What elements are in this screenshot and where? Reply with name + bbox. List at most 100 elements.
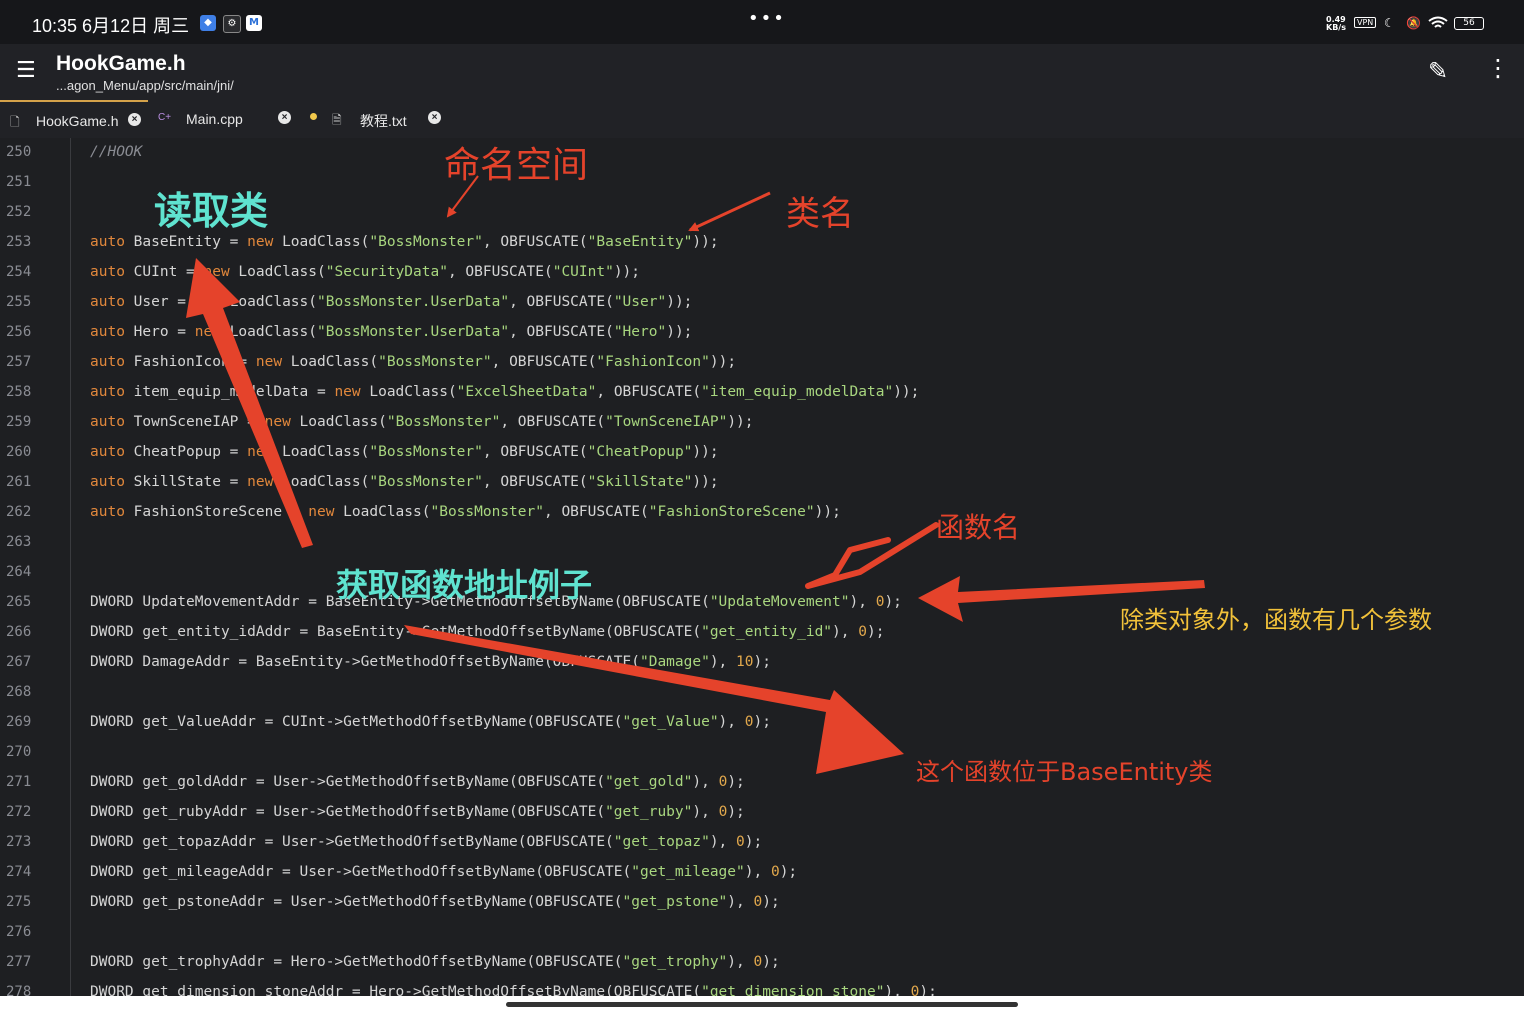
code-token: LoadClass( [220, 294, 317, 310]
code-text: auto SkillState = new LoadClass("BossMon… [90, 474, 719, 490]
code-line[interactable]: 271 DWORD get_goldAddr = User->GetMethodO… [0, 768, 1524, 798]
code-token: ); [866, 624, 885, 640]
code-line[interactable]: 272 DWORD get_rubyAddr = User->GetMethodO… [0, 798, 1524, 828]
code-token: , OBFUSCATE( [596, 384, 702, 400]
tab-label: Main.cpp [186, 111, 243, 127]
line-number: 262 [6, 504, 32, 520]
code-token: CUInt = [124, 264, 204, 280]
code-token: )); [893, 384, 920, 400]
code-token: , OBFUSCATE( [482, 444, 588, 460]
code-token: "SecurityData" [325, 264, 448, 280]
code-text: auto User = new LoadClass("BossMonster.U… [90, 294, 692, 310]
code-token: new [255, 354, 283, 370]
code-token: auto [90, 234, 125, 250]
code-line[interactable]: 254 auto CUInt = new LoadClass("SecurityD… [0, 258, 1524, 288]
code-line[interactable]: 253 auto BaseEntity = new LoadClass("Boss… [0, 228, 1524, 258]
code-line[interactable]: 255 auto User = new LoadClass("BossMonste… [0, 288, 1524, 318]
code-line[interactable]: 250 //HOOK [0, 138, 1524, 168]
tab-hookgame-h[interactable]: 🗋 HookGame.h × [0, 100, 148, 138]
code-line[interactable]: 276 [0, 918, 1524, 948]
code-line[interactable]: 278 DWORD get_dimension_stoneAddr = Hero-… [0, 978, 1524, 996]
code-token: new [308, 504, 335, 520]
code-line[interactable]: 259 auto TownSceneIAP = new LoadClass("Bo… [0, 408, 1524, 438]
code-line[interactable]: 252 [0, 198, 1524, 228]
vpn-icon: VPN [1354, 17, 1377, 28]
code-line[interactable]: 268 [0, 678, 1524, 708]
code-token: , OBFUSCATE( [500, 414, 606, 430]
code-line[interactable]: 275 DWORD get_pstoneAddr = User->GetMetho… [0, 888, 1524, 918]
code-token: "SkillState" [587, 474, 693, 490]
code-token: ); [884, 594, 902, 610]
code-token: ), [884, 984, 911, 996]
code-line[interactable]: 270 [0, 738, 1524, 768]
code-token: DWORD get_trophyAddr = Hero->GetMethodOf… [90, 954, 623, 970]
tab-close-icon[interactable]: × [278, 111, 291, 124]
hamburger-menu-icon[interactable]: ☰ [16, 60, 36, 82]
code-token: 0 [718, 804, 728, 820]
more-vertical-icon[interactable]: ⋮ [1486, 54, 1510, 82]
code-text: DWORD get_pstoneAddr = User->GetMethodOf… [90, 894, 780, 910]
code-line[interactable]: 263 [0, 528, 1524, 558]
code-line[interactable]: 267 DWORD DamageAddr = BaseEntity->GetMet… [0, 648, 1524, 678]
code-token: FashionIcon = [124, 354, 256, 370]
line-number: 255 [6, 294, 32, 310]
code-line[interactable]: 269 DWORD get_ValueAddr = CUInt->GetMetho… [0, 708, 1524, 738]
code-token: )); [666, 294, 693, 310]
code-token: new [247, 474, 274, 490]
code-token: "get_Value" [622, 714, 719, 730]
line-number: 263 [6, 534, 32, 550]
code-line[interactable]: 260 auto CheatPopup = new LoadClass("Boss… [0, 438, 1524, 468]
code-line[interactable]: 256 auto Hero = new LoadClass("BossMonste… [0, 318, 1524, 348]
line-number: 261 [6, 474, 32, 490]
code-editor[interactable]: 250 //HOOK 251 252 253 auto BaseEntity = new … [0, 138, 1524, 996]
line-number: 276 [6, 924, 32, 940]
code-text: auto CheatPopup = new LoadClass("BossMon… [90, 444, 719, 460]
code-line[interactable]: 261 auto SkillState = new LoadClass("Boss… [0, 468, 1524, 498]
code-line[interactable]: 277 DWORD get_trophyAddr = Hero->GetMetho… [0, 948, 1524, 978]
multitask-dots-icon[interactable]: ••• [748, 8, 786, 29]
line-number: 253 [6, 234, 32, 250]
line-number: 270 [6, 744, 32, 760]
code-token: "get_ruby" [605, 804, 693, 820]
code-line[interactable]: 274 DWORD get_mileageAddr = User->GetMeth… [0, 858, 1524, 888]
code-token: LoadClass( [273, 474, 370, 490]
code-token: ), [709, 834, 737, 850]
code-token: BaseEntity = [124, 234, 248, 250]
code-line[interactable]: 257 auto FashionIcon = new LoadClass("Bos… [0, 348, 1524, 378]
code-token: "get_trophy" [622, 954, 728, 970]
tab-tutorial-txt[interactable]: 🗎 教程.txt × [326, 100, 486, 138]
code-token: new [247, 444, 274, 460]
code-line[interactable]: 262 auto FashionStoreScene = new LoadClas… [0, 498, 1524, 528]
code-token: )); [666, 324, 693, 340]
code-token: item_equip_modelData = [124, 384, 335, 400]
code-token: "BossMonster" [386, 414, 501, 430]
code-line[interactable]: 265 DWORD UpdateMovementAddr = BaseEntity… [0, 588, 1524, 618]
code-line[interactable]: 273 DWORD get_topazAddr = User->GetMethod… [0, 828, 1524, 858]
line-number: 264 [6, 564, 32, 580]
code-line[interactable]: 258 auto item_equip_modelData = new LoadC… [0, 378, 1524, 408]
code-token: "ExcelSheetData" [456, 384, 597, 400]
line-number: 266 [6, 624, 32, 640]
code-token: auto [90, 504, 125, 520]
bell-muted-icon: 🔕 [1406, 16, 1421, 30]
tab-close-icon[interactable]: × [428, 111, 441, 124]
code-token: )); [814, 504, 841, 520]
code-token: ), [849, 594, 876, 610]
code-token: auto [90, 354, 125, 370]
line-number: 267 [6, 654, 32, 670]
code-token: , OBFUSCATE( [482, 474, 588, 490]
home-gesture-handle[interactable] [506, 1002, 1018, 1007]
code-token: "User" [613, 294, 667, 310]
code-token: 10 [736, 654, 754, 670]
tab-main-cpp[interactable]: C+ Main.cpp × [148, 100, 298, 138]
tab-close-icon[interactable]: × [128, 113, 141, 126]
edit-pencil-icon[interactable]: ✎ [1428, 57, 1448, 85]
home-indicator-bar [0, 996, 1524, 1016]
line-number: 274 [6, 864, 32, 880]
code-line[interactable]: 266 DWORD get_entity_idAddr = BaseEntity-… [0, 618, 1524, 648]
line-number: 265 [6, 594, 32, 610]
code-line[interactable]: 251 [0, 168, 1524, 198]
code-token: auto [90, 324, 125, 340]
code-line[interactable]: 264 [0, 558, 1524, 588]
line-number: 251 [6, 174, 32, 190]
